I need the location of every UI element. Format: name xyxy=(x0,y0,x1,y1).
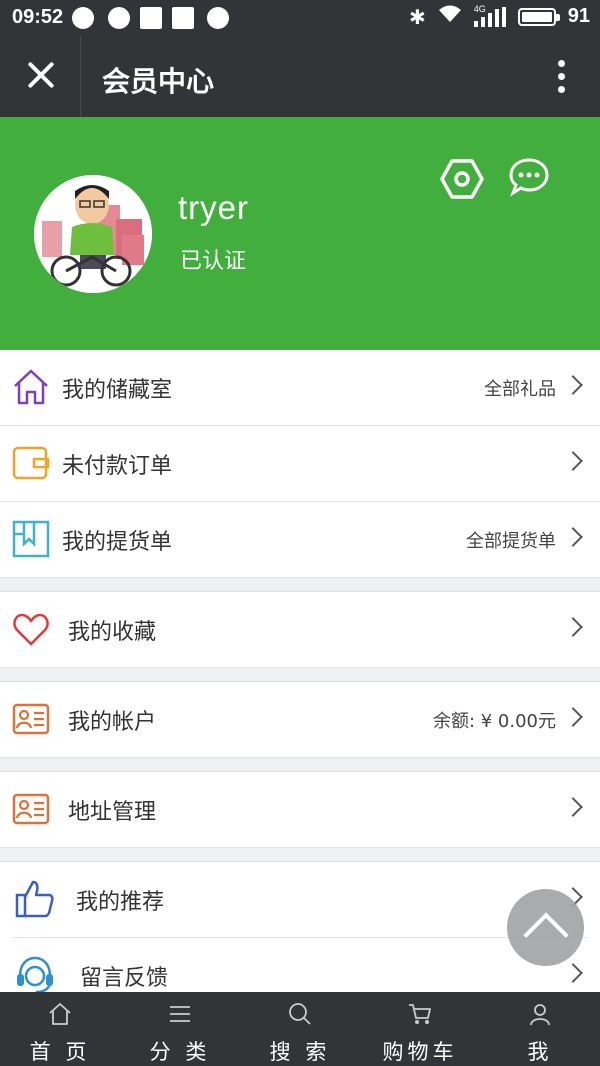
menu-item-label: 地址管理 xyxy=(68,800,157,825)
home-icon xyxy=(48,1002,72,1026)
nav-search[interactable]: 搜 索 xyxy=(240,992,360,1066)
user-icon xyxy=(528,1002,552,1026)
nav-label: 购物车 xyxy=(382,1040,458,1064)
nav-label: 分 类 xyxy=(149,1040,211,1064)
settings-icon[interactable] xyxy=(440,157,484,201)
nav-label: 首 页 xyxy=(29,1040,91,1064)
nav-label: 我 xyxy=(527,1040,553,1064)
chevron-right-icon xyxy=(563,797,583,817)
nav-category[interactable]: 分 类 xyxy=(120,992,240,1066)
chevron-right-icon xyxy=(563,527,583,547)
home-icon xyxy=(12,368,50,406)
wifi-icon xyxy=(438,4,462,29)
chevron-right-icon xyxy=(563,963,583,983)
close-icon[interactable] xyxy=(24,58,58,92)
bluetooth-icon: ✱ xyxy=(408,4,426,29)
menu-item-label: 留言反馈 xyxy=(80,966,169,991)
section-gap xyxy=(0,758,600,772)
cell-signal-icon: 4G xyxy=(473,4,506,27)
menu-item-label: 未付款订单 xyxy=(62,454,173,479)
avatar[interactable] xyxy=(34,175,152,293)
nav-me[interactable]: 我 xyxy=(480,992,600,1066)
verified-status: 已认证 xyxy=(180,249,247,274)
nav-cart[interactable]: 购物车 xyxy=(360,992,480,1066)
menu-item-label: 我的收藏 xyxy=(68,620,157,645)
all-pickup-orders-link[interactable]: 全部提货单 xyxy=(466,527,556,553)
chevron-right-icon xyxy=(563,451,583,471)
title-bar: 会员中心 xyxy=(0,36,600,117)
nav-label: 搜 索 xyxy=(269,1040,331,1064)
page-title: 会员中心 xyxy=(102,65,215,98)
section-gap xyxy=(0,668,600,682)
menu-item-label: 我的推荐 xyxy=(76,890,165,915)
menu-item-address[interactable]: 地址管理 xyxy=(0,772,600,848)
menu-item-unpaid-orders[interactable]: 未付款订单 xyxy=(0,426,600,502)
status-time: 09:52 xyxy=(12,6,64,28)
title-divider xyxy=(80,36,81,117)
username: tryer xyxy=(178,189,249,226)
menu-item-storage[interactable]: 我的储藏室 全部礼品 xyxy=(0,350,600,426)
search-icon xyxy=(288,1002,312,1026)
chevron-up-icon xyxy=(523,912,569,958)
list-icon xyxy=(168,1002,192,1026)
section-gap xyxy=(0,578,600,592)
headset-icon xyxy=(14,954,53,994)
all-gifts-link[interactable]: 全部礼品 xyxy=(484,375,556,401)
image-notification-icon xyxy=(172,7,194,29)
message-icon[interactable] xyxy=(508,157,550,197)
thumbs-up-icon xyxy=(14,878,54,918)
section-gap xyxy=(0,848,600,862)
battery-icon xyxy=(517,7,560,26)
message-notification-icon xyxy=(108,7,130,29)
nav-home[interactable]: 首 页 xyxy=(0,992,120,1066)
id-card-icon xyxy=(12,700,50,738)
account-balance: 余额: ¥ 0.00元 xyxy=(432,711,556,732)
chevron-right-icon xyxy=(563,617,583,637)
document-notification-icon xyxy=(140,7,162,29)
chevron-right-icon xyxy=(563,707,583,727)
cart-icon xyxy=(408,1002,432,1026)
heart-icon xyxy=(12,610,50,648)
chat-notification-icon xyxy=(72,7,94,29)
menu-item-label: 我的储藏室 xyxy=(62,378,173,403)
battery-percent: 91 xyxy=(567,5,590,27)
chevron-right-icon xyxy=(563,375,583,395)
profile-header: tryer 已认证 xyxy=(0,117,600,350)
more-menu-icon[interactable] xyxy=(558,60,566,94)
music-notification-icon xyxy=(207,7,229,29)
id-card-icon xyxy=(12,790,50,828)
bottom-nav: 首 页 分 类 搜 索 购物车 我 xyxy=(0,992,600,1066)
menu-item-pickup-orders[interactable]: 我的提货单 全部提货单 xyxy=(0,502,600,578)
menu-item-account[interactable]: 我的帐户 余额: ¥ 0.00元 xyxy=(0,682,600,758)
scroll-to-top-button[interactable] xyxy=(507,889,584,966)
menu-item-label: 我的帐户 xyxy=(68,710,157,735)
menu-item-favorites[interactable]: 我的收藏 xyxy=(0,592,600,668)
wallet-icon xyxy=(12,444,50,482)
menu-item-label: 我的提货单 xyxy=(62,530,173,555)
bookmark-box-icon xyxy=(12,520,50,558)
status-bar: 09:52 ✱ 4G 91 xyxy=(0,0,600,36)
